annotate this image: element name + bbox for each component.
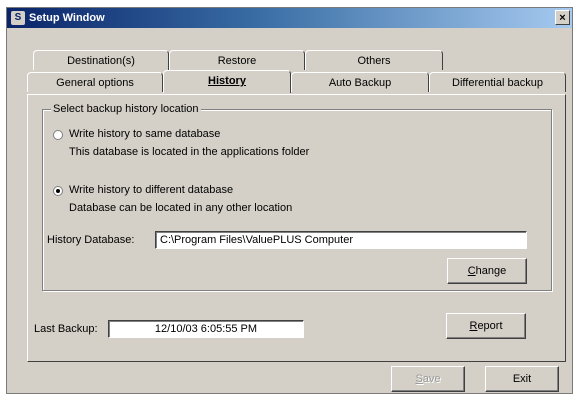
setup-app-icon: S xyxy=(11,11,25,25)
report-button-label: Report xyxy=(469,320,503,332)
report-button[interactable]: Report xyxy=(446,313,526,339)
tab-restore[interactable]: Restore xyxy=(169,50,305,70)
tab-label: Others xyxy=(357,55,391,67)
option-different-label[interactable]: Write history to different database xyxy=(69,184,233,196)
radio-different-database[interactable] xyxy=(53,186,63,196)
tab-auto-backup[interactable]: Auto Backup xyxy=(291,72,429,92)
change-button[interactable]: Change xyxy=(447,258,527,284)
history-location-group: Select backup history location Write his… xyxy=(42,103,552,291)
option-different-description: Database can be located in any other loc… xyxy=(69,202,293,214)
tab-differential-backup[interactable]: Differential backup xyxy=(429,72,566,92)
tab-label: History xyxy=(208,75,246,87)
tab-label: Differential backup xyxy=(452,77,543,89)
tab-label: Auto Backup xyxy=(328,77,392,89)
group-title: Select backup history location xyxy=(51,103,201,115)
setup-window: S Setup Window × Destination(s) Restore … xyxy=(6,7,573,394)
history-database-field[interactable]: C:\Program Files\ValuePLUS Computer xyxy=(155,231,527,249)
change-button-label: Change xyxy=(467,265,507,277)
exit-button-label: Exit xyxy=(512,373,532,385)
history-database-label: History Database: xyxy=(47,234,135,246)
window-title: Setup Window xyxy=(29,12,105,24)
save-button-label: Save xyxy=(415,373,441,385)
option-same-label[interactable]: Write history to same database xyxy=(69,128,220,140)
tab-label: General options xyxy=(56,77,134,89)
close-icon[interactable]: × xyxy=(555,10,570,25)
tab-history[interactable]: History xyxy=(163,70,291,93)
last-backup-label: Last Backup: xyxy=(34,323,98,335)
tab-others[interactable]: Others xyxy=(305,50,443,70)
exit-button[interactable]: Exit xyxy=(485,366,559,392)
last-backup-field: 12/10/03 6:05:55 PM xyxy=(108,320,304,338)
save-button[interactable]: Save xyxy=(391,366,465,392)
option-same-description: This database is located in the applicat… xyxy=(69,146,310,158)
radio-same-database[interactable] xyxy=(53,130,63,140)
tab-label: Restore xyxy=(217,55,257,67)
history-panel: Select backup history location Write his… xyxy=(27,94,566,362)
tab-destinations[interactable]: Destination(s) xyxy=(33,50,169,70)
tab-general-options[interactable]: General options xyxy=(27,72,163,92)
title-bar: S Setup Window × xyxy=(7,8,572,28)
tab-label: Destination(s) xyxy=(67,55,135,67)
